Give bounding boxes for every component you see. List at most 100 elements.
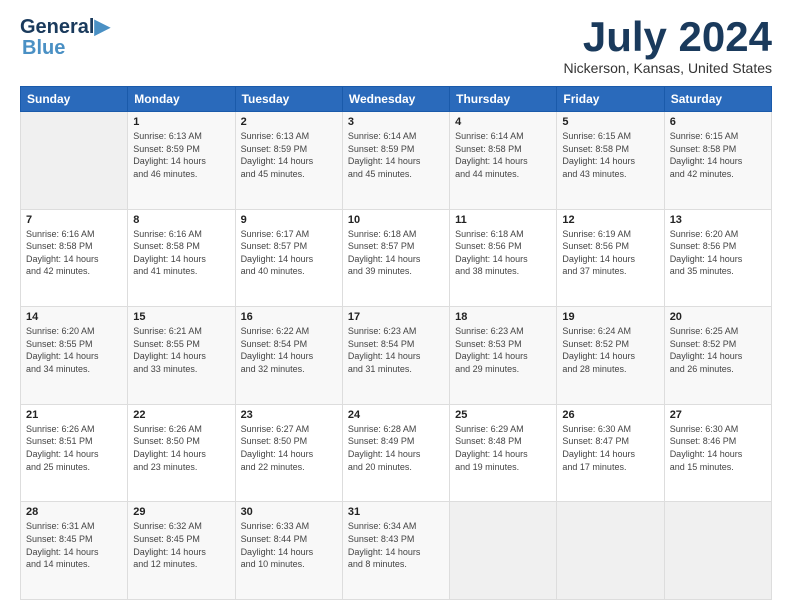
day-info: Sunrise: 6:18 AM Sunset: 8:56 PM Dayligh… <box>455 228 551 278</box>
calendar-cell: 2 Sunrise: 6:13 AM Sunset: 8:59 PM Daylig… <box>235 112 342 210</box>
calendar-body: 1 Sunrise: 6:13 AM Sunset: 8:59 PM Daylig… <box>21 112 772 600</box>
day-number: 18 <box>455 311 551 323</box>
calendar-week-3: 14Sunrise: 6:20 AM Sunset: 8:55 PM Dayli… <box>21 307 772 405</box>
calendar-cell: 6Sunrise: 6:15 AM Sunset: 8:58 PM Daylig… <box>664 112 771 210</box>
day-number: 16 <box>241 311 337 323</box>
calendar-cell: 11 Sunrise: 6:18 AM Sunset: 8:56 PM Dayli… <box>450 209 557 307</box>
day-info: Sunrise: 6:32 AM Sunset: 8:45 PM Dayligh… <box>133 520 229 570</box>
calendar-cell: 18 Sunrise: 6:23 AM Sunset: 8:53 PM Dayli… <box>450 307 557 405</box>
calendar-cell: 8Sunrise: 6:16 AM Sunset: 8:58 PM Daylig… <box>128 209 235 307</box>
calendar-cell: 4Sunrise: 6:14 AM Sunset: 8:58 PM Daylig… <box>450 112 557 210</box>
calendar-week-4: 21 Sunrise: 6:26 AM Sunset: 8:51 PM Dayli… <box>21 404 772 502</box>
calendar-cell: 26 Sunrise: 6:30 AM Sunset: 8:47 PM Dayli… <box>557 404 664 502</box>
day-info: Sunrise: 6:15 AM Sunset: 8:58 PM Dayligh… <box>670 130 766 180</box>
location: Nickerson, Kansas, United States <box>563 60 772 76</box>
day-info: Sunrise: 6:22 AM Sunset: 8:54 PM Dayligh… <box>241 325 337 375</box>
day-info: Sunrise: 6:15 AM Sunset: 8:58 PM Dayligh… <box>562 130 658 180</box>
calendar-week-5: 28 Sunrise: 6:31 AM Sunset: 8:45 PM Dayli… <box>21 502 772 600</box>
calendar-cell <box>664 502 771 600</box>
day-number: 26 <box>562 409 658 421</box>
day-info: Sunrise: 6:27 AM Sunset: 8:50 PM Dayligh… <box>241 423 337 473</box>
day-number: 22 <box>133 409 229 421</box>
day-number: 25 <box>455 409 551 421</box>
logo-blue: Blue <box>22 38 65 58</box>
day-number: 27 <box>670 409 766 421</box>
day-info: Sunrise: 6:31 AM Sunset: 8:45 PM Dayligh… <box>26 520 122 570</box>
day-info: Sunrise: 6:24 AM Sunset: 8:52 PM Dayligh… <box>562 325 658 375</box>
calendar-table: Sunday Monday Tuesday Wednesday Thursday… <box>20 86 772 600</box>
calendar-cell: 13 Sunrise: 6:20 AM Sunset: 8:56 PM Dayli… <box>664 209 771 307</box>
day-info: Sunrise: 6:14 AM Sunset: 8:59 PM Dayligh… <box>348 130 444 180</box>
day-number: 8 <box>133 214 229 226</box>
day-number: 24 <box>348 409 444 421</box>
calendar-cell: 19 Sunrise: 6:24 AM Sunset: 8:52 PM Dayli… <box>557 307 664 405</box>
day-number: 19 <box>562 311 658 323</box>
calendar-cell: 30 Sunrise: 6:33 AM Sunset: 8:44 PM Dayli… <box>235 502 342 600</box>
calendar-cell <box>21 112 128 210</box>
calendar-cell: 20Sunrise: 6:25 AM Sunset: 8:52 PM Dayli… <box>664 307 771 405</box>
day-info: Sunrise: 6:19 AM Sunset: 8:56 PM Dayligh… <box>562 228 658 278</box>
calendar-cell: 9 Sunrise: 6:17 AM Sunset: 8:57 PM Daylig… <box>235 209 342 307</box>
calendar-cell: 31 Sunrise: 6:34 AM Sunset: 8:43 PM Dayli… <box>342 502 449 600</box>
day-number: 2 <box>241 116 337 128</box>
day-number: 17 <box>348 311 444 323</box>
day-info: Sunrise: 6:20 AM Sunset: 8:56 PM Dayligh… <box>670 228 766 278</box>
header-thursday: Thursday <box>450 87 557 112</box>
calendar-cell: 7 Sunrise: 6:16 AM Sunset: 8:58 PM Daylig… <box>21 209 128 307</box>
day-info: Sunrise: 6:16 AM Sunset: 8:58 PM Dayligh… <box>26 228 122 278</box>
calendar-week-2: 7 Sunrise: 6:16 AM Sunset: 8:58 PM Daylig… <box>21 209 772 307</box>
day-number: 5 <box>562 116 658 128</box>
day-number: 13 <box>670 214 766 226</box>
day-number: 23 <box>241 409 337 421</box>
calendar-header-row: Sunday Monday Tuesday Wednesday Thursday… <box>21 87 772 112</box>
calendar-cell <box>557 502 664 600</box>
day-info: Sunrise: 6:26 AM Sunset: 8:50 PM Dayligh… <box>133 423 229 473</box>
header: General▶ Blue July 2024 Nickerson, Kansa… <box>20 16 772 76</box>
day-number: 11 <box>455 214 551 226</box>
calendar-cell <box>450 502 557 600</box>
day-number: 31 <box>348 506 444 518</box>
day-number: 9 <box>241 214 337 226</box>
day-info: Sunrise: 6:33 AM Sunset: 8:44 PM Dayligh… <box>241 520 337 570</box>
day-number: 12 <box>562 214 658 226</box>
page: General▶ Blue July 2024 Nickerson, Kansa… <box>0 0 792 612</box>
calendar-cell: 27 Sunrise: 6:30 AM Sunset: 8:46 PM Dayli… <box>664 404 771 502</box>
day-info: Sunrise: 6:34 AM Sunset: 8:43 PM Dayligh… <box>348 520 444 570</box>
day-number: 3 <box>348 116 444 128</box>
calendar-cell: 21 Sunrise: 6:26 AM Sunset: 8:51 PM Dayli… <box>21 404 128 502</box>
calendar-cell: 1Sunrise: 6:13 AM Sunset: 8:59 PM Daylig… <box>128 112 235 210</box>
title-block: July 2024 Nickerson, Kansas, United Stat… <box>563 16 772 76</box>
day-number: 10 <box>348 214 444 226</box>
calendar-cell: 23 Sunrise: 6:27 AM Sunset: 8:50 PM Dayli… <box>235 404 342 502</box>
header-sunday: Sunday <box>21 87 128 112</box>
calendar-cell: 24 Sunrise: 6:28 AM Sunset: 8:49 PM Dayli… <box>342 404 449 502</box>
header-tuesday: Tuesday <box>235 87 342 112</box>
calendar-cell: 29Sunrise: 6:32 AM Sunset: 8:45 PM Dayli… <box>128 502 235 600</box>
day-info: Sunrise: 6:28 AM Sunset: 8:49 PM Dayligh… <box>348 423 444 473</box>
day-info: Sunrise: 6:21 AM Sunset: 8:55 PM Dayligh… <box>133 325 229 375</box>
day-info: Sunrise: 6:30 AM Sunset: 8:46 PM Dayligh… <box>670 423 766 473</box>
header-wednesday: Wednesday <box>342 87 449 112</box>
day-number: 28 <box>26 506 122 518</box>
day-info: Sunrise: 6:13 AM Sunset: 8:59 PM Dayligh… <box>241 130 337 180</box>
calendar-cell: 25Sunrise: 6:29 AM Sunset: 8:48 PM Dayli… <box>450 404 557 502</box>
calendar-cell: 17Sunrise: 6:23 AM Sunset: 8:54 PM Dayli… <box>342 307 449 405</box>
day-number: 7 <box>26 214 122 226</box>
day-number: 15 <box>133 311 229 323</box>
calendar-cell: 15 Sunrise: 6:21 AM Sunset: 8:55 PM Dayli… <box>128 307 235 405</box>
logo-text: General▶ <box>20 16 110 38</box>
day-info: Sunrise: 6:30 AM Sunset: 8:47 PM Dayligh… <box>562 423 658 473</box>
calendar-cell: 12 Sunrise: 6:19 AM Sunset: 8:56 PM Dayli… <box>557 209 664 307</box>
day-number: 30 <box>241 506 337 518</box>
day-info: Sunrise: 6:17 AM Sunset: 8:57 PM Dayligh… <box>241 228 337 278</box>
day-number: 1 <box>133 116 229 128</box>
day-info: Sunrise: 6:23 AM Sunset: 8:53 PM Dayligh… <box>455 325 551 375</box>
calendar-week-1: 1 Sunrise: 6:13 AM Sunset: 8:59 PM Daylig… <box>21 112 772 210</box>
day-number: 21 <box>26 409 122 421</box>
calendar-cell: 28 Sunrise: 6:31 AM Sunset: 8:45 PM Dayli… <box>21 502 128 600</box>
calendar-cell: 16 Sunrise: 6:22 AM Sunset: 8:54 PM Dayli… <box>235 307 342 405</box>
calendar-cell: 10Sunrise: 6:18 AM Sunset: 8:57 PM Dayli… <box>342 209 449 307</box>
day-info: Sunrise: 6:14 AM Sunset: 8:58 PM Dayligh… <box>455 130 551 180</box>
header-saturday: Saturday <box>664 87 771 112</box>
day-info: Sunrise: 6:26 AM Sunset: 8:51 PM Dayligh… <box>26 423 122 473</box>
